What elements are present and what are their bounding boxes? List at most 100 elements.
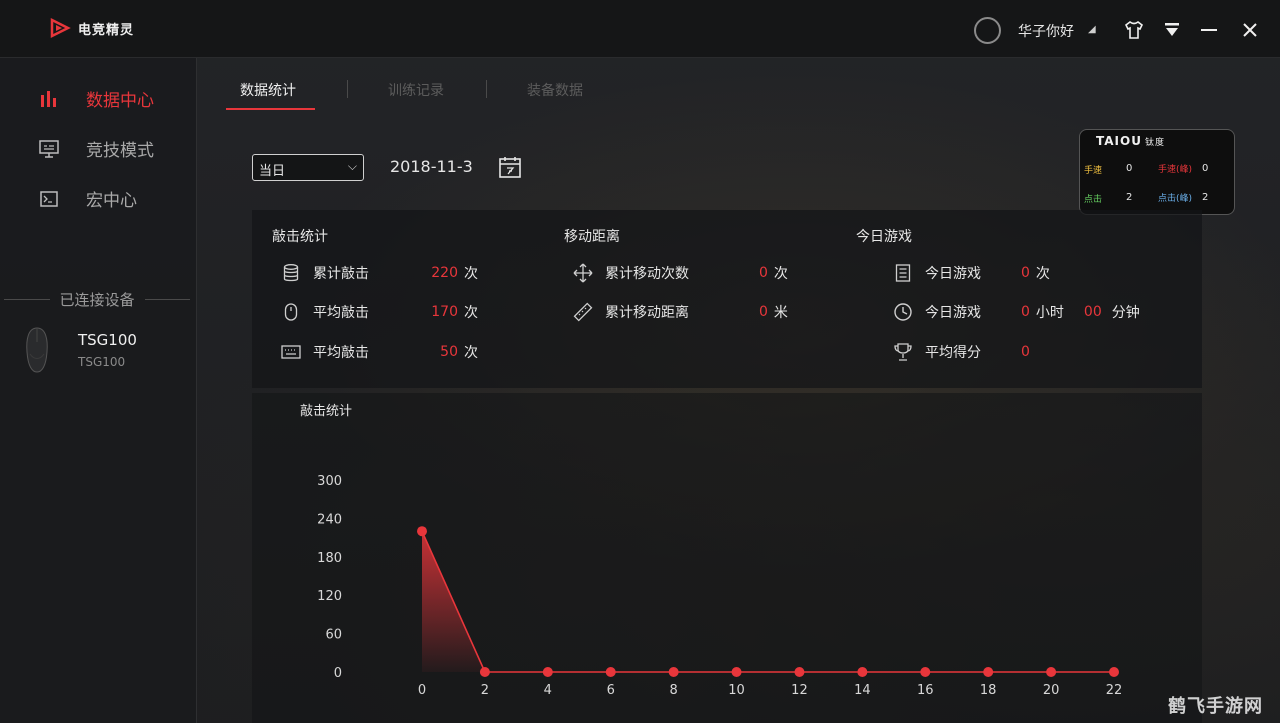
user-menu-caret-icon[interactable]: ◢	[1088, 24, 1096, 35]
date-display: 2018-11-3	[390, 157, 473, 176]
tab-equipment-data[interactable]: 装备数据	[527, 80, 583, 100]
y-tick-label: 180	[317, 551, 342, 566]
sidebar-item-macro-center[interactable]: 宏中心	[38, 186, 137, 211]
overlay-value: 2	[1126, 192, 1133, 203]
stat-row: 累计移动次数 0 次	[573, 263, 788, 283]
stat-unit: 次	[464, 305, 478, 321]
data-point	[857, 667, 868, 677]
user-avatar[interactable]	[974, 17, 1001, 44]
movement-heading: 移动距离	[564, 229, 620, 245]
chart-title: 敲击统计	[300, 404, 353, 419]
tab-training-records[interactable]: 训练记录	[388, 80, 444, 100]
data-point	[1109, 667, 1119, 677]
x-tick-label: 22	[1106, 683, 1123, 698]
series-area	[422, 531, 1114, 672]
data-point	[920, 667, 931, 677]
stat-value: 170	[431, 304, 458, 320]
stat-row: 累计移动距离 0 米	[573, 302, 788, 322]
data-point	[1046, 667, 1057, 677]
device-item[interactable]: TSG100 TSG100	[24, 326, 137, 374]
minimize-icon[interactable]	[1197, 18, 1221, 42]
period-select[interactable]: 当日 ⌵	[252, 154, 364, 181]
x-tick-label: 14	[854, 683, 871, 698]
database-icon	[281, 263, 301, 283]
series-line	[421, 530, 1114, 673]
stat-value: 0	[759, 304, 768, 320]
y-tick-label: 0	[334, 666, 342, 681]
monitor-icon	[38, 138, 60, 160]
tab-data-stats[interactable]: 数据统计	[240, 80, 296, 100]
data-point	[794, 667, 805, 677]
title-bar: 电竞精灵 华子你好 ◢	[0, 0, 1280, 58]
clock-icon	[893, 302, 913, 322]
stat-unit: 小时	[1035, 305, 1064, 321]
divider	[4, 299, 50, 300]
data-point	[983, 667, 994, 677]
stat-label: 今日游戏	[925, 305, 981, 321]
stat-label: 今日游戏	[925, 266, 981, 282]
mouse-icon	[26, 327, 48, 373]
data-point	[542, 667, 553, 677]
user-name[interactable]: 华子你好	[1018, 21, 1074, 41]
y-tick-label: 300	[317, 474, 342, 489]
stat-unit: 次	[1035, 266, 1050, 282]
overlay-label: 手速	[1084, 166, 1103, 176]
stat-label: 累计移动次数	[605, 266, 689, 282]
y-tick-label: 240	[317, 512, 342, 527]
terminal-icon	[38, 188, 60, 210]
app-logo: 电竞精灵	[48, 16, 134, 40]
overlay-label: 点击(峰)	[1158, 194, 1193, 204]
data-point	[605, 667, 616, 677]
stat-value: 0	[1021, 344, 1030, 360]
stat-row: 平均敲击 170 次	[281, 302, 478, 322]
x-tick-label: 12	[791, 683, 808, 698]
watermark: 鹤飞手游网	[1168, 696, 1263, 717]
overlay-value: 2	[1202, 192, 1209, 203]
stat-row: 累计敲击 220 次	[281, 263, 478, 283]
x-tick-label: 2	[481, 683, 489, 698]
close-icon[interactable]	[1238, 18, 1262, 42]
sidebar-item-data-center[interactable]: 数据中心	[38, 86, 154, 111]
x-tick-label: 20	[1043, 683, 1060, 698]
stat-row: 平均得分 0	[893, 342, 1030, 362]
stat-value: 0	[759, 265, 768, 281]
trophy-icon	[893, 342, 913, 362]
tab-divider	[486, 80, 487, 98]
download-icon[interactable]	[1160, 18, 1184, 42]
overlay-label: 点击	[1084, 195, 1103, 205]
divider	[144, 299, 191, 300]
tab-active-underline	[226, 108, 315, 110]
calendar-icon[interactable]	[498, 155, 522, 179]
data-point	[417, 526, 427, 537]
stat-unit-minutes: 分钟	[1111, 305, 1140, 321]
chevron-down-icon: ⌵	[347, 159, 357, 173]
overlay-brand: TAIOU 钛度	[1096, 134, 1165, 148]
sidebar-item-competitive-mode[interactable]: 竞技模式	[38, 136, 154, 161]
stat-unit: 米	[773, 305, 788, 321]
x-tick-label: 8	[669, 683, 677, 698]
data-point	[731, 667, 742, 677]
stat-row: 今日游戏 0 次	[893, 263, 1050, 283]
sidebar: 数据中心 竞技模式 宏中心 已连接设备 TSG100 TSG100	[0, 58, 197, 723]
stat-value: 220	[431, 265, 458, 281]
x-tick-label: 18	[980, 683, 997, 698]
bar-chart-icon	[38, 88, 60, 110]
list-icon	[893, 263, 913, 283]
x-tick-label: 10	[728, 683, 745, 698]
x-tick-label: 0	[418, 683, 426, 698]
overlay-brand-text: TAIOU	[1096, 134, 1142, 148]
logo-icon	[50, 17, 71, 39]
move-icon	[573, 263, 593, 283]
devices-heading: 已连接设备	[4, 289, 191, 310]
data-point	[479, 667, 490, 677]
x-tick-label: 16	[917, 683, 934, 698]
stat-value: 0	[1021, 265, 1030, 281]
stat-label: 累计敲击	[313, 266, 369, 282]
shirt-icon[interactable]	[1122, 18, 1146, 42]
stat-value: 50	[440, 344, 458, 360]
stat-value: 0	[1021, 304, 1030, 320]
device-name: TSG100	[78, 331, 137, 349]
stat-label: 平均敲击	[313, 345, 369, 361]
keyboard-icon	[281, 342, 301, 362]
overlay-widget: TAIOU 钛度 手速 0 手速(峰) 0 点击 2 点击(峰) 2	[1079, 129, 1235, 215]
